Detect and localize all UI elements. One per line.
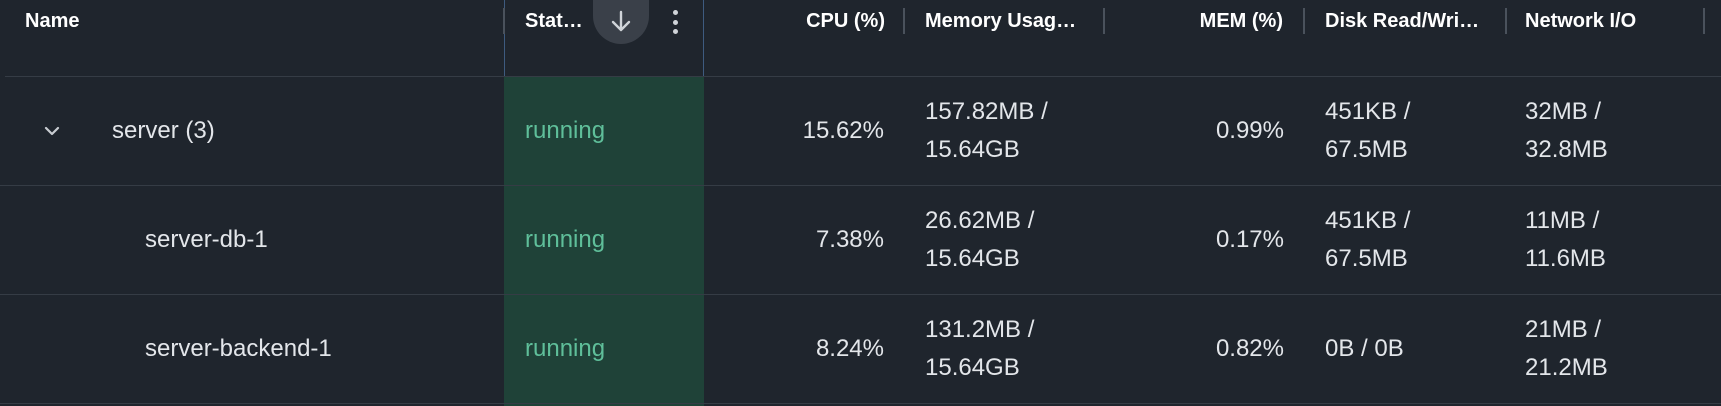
status-text: running [525, 117, 606, 144]
table-row-group[interactable]: server (3) running 15.62% 157.82MB / 15.… [0, 77, 1721, 186]
network-io-line: 32MB / [1525, 98, 1602, 125]
status-text: running [525, 335, 606, 362]
container-name: server (3) [112, 117, 215, 144]
container-name: server-db-1 [145, 226, 268, 253]
table-row[interactable]: server-db-1 running 7.38% 26.62MB / 15.6… [0, 186, 1721, 295]
container-name: server-backend-1 [145, 335, 332, 362]
column-header-name[interactable]: Name [25, 0, 325, 43]
memory-usage-value: 157.82MB / 15.64GB [925, 77, 1105, 185]
column-header-status[interactable]: Stat… [525, 0, 591, 43]
network-io-line: 32.8MB [1525, 136, 1608, 163]
memory-usage-line: 131.2MB / [925, 316, 1035, 343]
status-text: running [525, 226, 606, 253]
cpu-value: 15.62% [802, 117, 884, 144]
disk-io-line: 451KB / [1325, 98, 1411, 125]
column-resize-handle[interactable] [1103, 8, 1105, 34]
disk-io-line: 67.5MB [1325, 136, 1408, 163]
arrow-down-icon [611, 10, 631, 32]
cpu-value: 8.24% [815, 335, 884, 362]
memory-usage-line: 15.64GB [925, 354, 1020, 381]
network-io-value: 32MB / 32.8MB [1525, 77, 1705, 185]
row-divider [0, 403, 1721, 404]
network-io-value: 21MB / 21.2MB [1525, 295, 1705, 403]
mem-percent-value: 0.82% [1215, 335, 1284, 362]
cpu-value: 7.38% [815, 226, 884, 253]
network-io-line: 21.2MB [1525, 354, 1608, 381]
disk-io-line: 67.5MB [1325, 245, 1408, 272]
disk-io-value: 451KB / 67.5MB [1325, 77, 1505, 185]
chevron-down-icon[interactable] [38, 117, 66, 145]
column-header-network[interactable]: Network I/O [1525, 0, 1685, 43]
network-io-value: 11MB / 11.6MB [1525, 186, 1705, 294]
column-resize-handle[interactable] [1505, 8, 1507, 34]
column-resize-handle[interactable] [903, 8, 905, 34]
mem-percent-value: 0.99% [1215, 117, 1284, 144]
container-stats-table: Name Stat… CPU (%) Memory Usag… MEM (%) … [0, 0, 1721, 406]
disk-io-value: 0B / 0B [1325, 295, 1505, 403]
mem-percent-value: 0.17% [1215, 226, 1284, 253]
memory-usage-value: 131.2MB / 15.64GB [925, 295, 1105, 403]
table-row[interactable]: server-backend-1 running 8.24% 131.2MB /… [0, 295, 1721, 404]
kebab-menu-icon[interactable] [664, 8, 686, 36]
column-header-disk[interactable]: Disk Read/Wri… [1325, 0, 1503, 43]
column-header-memory-usage[interactable]: Memory Usag… [925, 0, 1105, 43]
column-resize-handle[interactable] [1703, 8, 1705, 34]
disk-io-line: 0B / 0B [1325, 335, 1404, 362]
network-io-line: 11.6MB [1525, 245, 1606, 272]
disk-io-value: 451KB / 67.5MB [1325, 186, 1505, 294]
column-header-mem-percent[interactable]: MEM (%) [1120, 0, 1283, 43]
table-header: Name Stat… CPU (%) Memory Usag… MEM (%) … [0, 0, 1721, 77]
memory-usage-line: 15.64GB [925, 136, 1020, 163]
memory-usage-value: 26.62MB / 15.64GB [925, 186, 1105, 294]
network-io-line: 21MB / [1525, 316, 1602, 343]
network-io-line: 11MB / [1525, 207, 1600, 234]
memory-usage-line: 15.64GB [925, 245, 1020, 272]
column-resize-handle[interactable] [503, 8, 505, 34]
memory-usage-line: 157.82MB / [925, 98, 1048, 125]
column-header-cpu[interactable]: CPU (%) [720, 0, 885, 43]
disk-io-line: 451KB / [1325, 207, 1411, 234]
column-resize-handle[interactable] [1303, 8, 1305, 34]
memory-usage-line: 26.62MB / [925, 207, 1035, 234]
